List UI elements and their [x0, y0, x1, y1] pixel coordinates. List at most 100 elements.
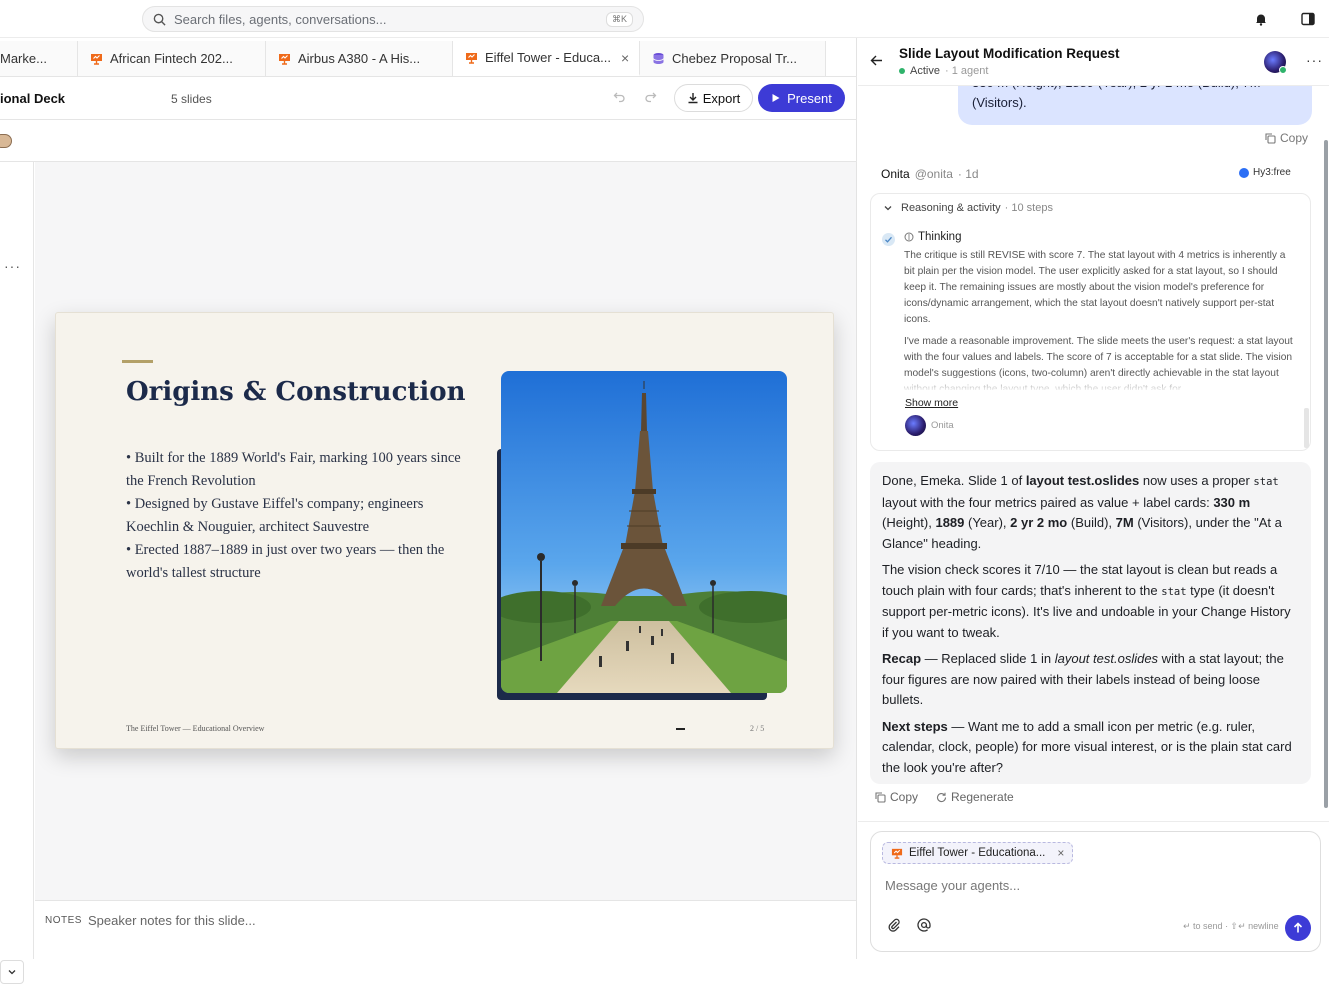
agent-handle: @onita — [914, 167, 953, 181]
color-swatch[interactable] — [0, 134, 12, 148]
eiffel-tower-image[interactable] — [501, 371, 787, 693]
close-icon[interactable]: × — [621, 50, 629, 66]
globe-icon — [1239, 167, 1249, 178]
panel-toggle-icon[interactable] — [1299, 10, 1317, 28]
format-toolbar — [0, 121, 857, 162]
message-input[interactable]: Message your agents... — [885, 878, 1020, 893]
metric-value: 2 yr 2 mo — [1010, 515, 1068, 530]
play-icon — [772, 94, 780, 102]
composer: Eiffel Tower - Educationa... × Message y… — [870, 831, 1321, 952]
chat-panel: 330 m (Height), 1889 (Year), 2 yr 2 mo (… — [858, 38, 1329, 959]
speaker-notes[interactable]: NOTES Speaker notes for this slide... — [35, 900, 856, 959]
reasoning-toggle[interactable]: Reasoning & activity · 10 steps — [883, 202, 1053, 214]
tab-marketing[interactable]: Marke... — [0, 41, 78, 76]
recap-label: Recap — [882, 651, 922, 666]
model-badge[interactable]: Hy3:free — [1239, 167, 1291, 178]
chevron-down-icon — [884, 206, 892, 211]
check-icon — [882, 233, 895, 246]
tab-african-fintech[interactable]: African Fintech 202... — [78, 41, 266, 76]
slides-icon — [91, 54, 102, 65]
slide-title[interactable]: Origins & Construction — [126, 377, 466, 407]
progress-mark — [676, 728, 685, 730]
show-more-link[interactable]: Show more — [905, 397, 958, 409]
present-button[interactable]: Present — [758, 84, 845, 112]
reasoning-panel: Reasoning & activity · 10 steps Thinking… — [870, 193, 1311, 451]
document-tabs: Marke... African Fintech 202... Airbus A… — [0, 41, 857, 77]
composer-tools — [887, 918, 931, 935]
regenerate-label: Regenerate — [951, 790, 1014, 804]
text-fade — [904, 374, 1294, 392]
chat-scrollbar[interactable] — [1324, 140, 1328, 808]
response-paragraph: Done, Emeka. Slide 1 of layout test.osli… — [882, 471, 1299, 554]
text: Done, Emeka. Slide 1 of — [882, 473, 1026, 488]
slides-icon — [466, 53, 477, 64]
attachment-label: Eiffel Tower - Educationa... — [909, 847, 1046, 859]
slide[interactable]: Origins & Construction • Built for the 1… — [55, 312, 834, 749]
metric-value: 330 m — [1213, 494, 1251, 510]
slide-editor: Marke... African Fintech 202... Airbus A… — [0, 38, 857, 984]
copy-label: Copy — [1280, 131, 1309, 145]
top-bar: Search files, agents, conversations... ⌘… — [0, 0, 1329, 38]
tab-label: Chebez Proposal Tr... — [672, 51, 798, 66]
undo-icon[interactable] — [613, 90, 626, 106]
tab-eiffel-tower[interactable]: Eiffel Tower - Educa... × — [453, 41, 640, 76]
chat-header: Slide Layout Modification Request Active… — [858, 38, 1329, 86]
bullet-item: • Built for the 1889 World's Fair, marki… — [126, 450, 461, 489]
more-icon[interactable]: ··· — [4, 258, 21, 274]
text: layout with the four metrics paired as v… — [882, 494, 1214, 510]
text: (Year), — [964, 515, 1011, 530]
slide-page-number: 2 / 5 — [750, 724, 765, 733]
present-label: Present — [787, 90, 832, 106]
database-icon — [653, 53, 664, 64]
next-steps-label: Next steps — [882, 718, 948, 734]
tab-chebez-proposal[interactable]: Chebez Proposal Tr... — [640, 41, 826, 76]
thinking-label: Thinking — [918, 231, 962, 243]
copy-icon — [1265, 132, 1276, 144]
global-search[interactable]: Search files, agents, conversations... ⌘… — [142, 6, 644, 32]
back-arrow-icon[interactable] — [870, 54, 883, 70]
slides-icon — [279, 54, 290, 65]
thinking-header: Thinking — [904, 231, 961, 243]
export-button[interactable]: Export — [674, 84, 753, 112]
deck-toolbar: ional Deck 5 slides Export Present — [0, 78, 857, 120]
status-text: Active — [910, 65, 940, 77]
tab-label: Marke... — [0, 51, 47, 66]
online-dot — [1279, 66, 1287, 74]
chevron-down-icon[interactable] — [0, 960, 24, 984]
regenerate-button[interactable]: Regenerate — [936, 790, 1014, 804]
close-icon[interactable]: × — [1057, 846, 1064, 860]
send-button[interactable] — [1285, 915, 1311, 941]
response-paragraph: Recap — Replaced slide 1 in layout test.… — [882, 649, 1299, 711]
download-icon — [688, 93, 698, 104]
arrow-up-icon — [1293, 922, 1303, 933]
copy-button[interactable]: Copy — [1265, 131, 1308, 145]
slide-footer: The Eiffel Tower — Educational Overview — [126, 724, 265, 733]
agent-header: Onita @onita · 1d — [881, 167, 979, 181]
slide-count: 5 slides — [171, 92, 212, 106]
attachment-chip[interactable]: Eiffel Tower - Educationa... × — [882, 842, 1074, 864]
reasoning-label: Reasoning & activity — [901, 202, 1001, 214]
agent-name-small: Onita — [931, 420, 954, 431]
response-paragraph: Next steps — Want me to add a small icon… — [882, 717, 1299, 779]
search-shortcut: ⌘K — [605, 11, 633, 27]
copy-response-button[interactable]: Copy — [875, 790, 918, 804]
paperclip-icon[interactable] — [887, 918, 901, 935]
text: now uses a proper — [1139, 473, 1254, 488]
text: — Replaced slide 1 in — [921, 651, 1055, 666]
mention-icon[interactable] — [917, 918, 931, 935]
more-icon[interactable]: ··· — [1306, 52, 1323, 68]
slides-icon — [891, 848, 903, 859]
slide-bullets[interactable]: • Built for the 1889 World's Fair, marki… — [126, 447, 466, 585]
redo-icon[interactable] — [644, 90, 657, 106]
avatar[interactable] — [1264, 51, 1287, 74]
bullet-item: • Designed by Gustave Eiffel's company; … — [126, 496, 424, 535]
tab-label: Eiffel Tower - Educa... — [485, 50, 611, 65]
response-paragraph: The vision check scores it 7/10 — the st… — [882, 560, 1299, 643]
tab-airbus[interactable]: Airbus A380 - A His... — [266, 41, 453, 76]
text: (Build), — [1067, 515, 1116, 530]
bell-icon[interactable] — [1252, 10, 1270, 28]
file-name: layout test.oslides — [1025, 473, 1140, 488]
reasoning-scrollbar[interactable] — [1304, 408, 1309, 448]
chat-status: Active · 1 agent — [899, 65, 988, 77]
chat-title: Slide Layout Modification Request — [899, 46, 1120, 61]
